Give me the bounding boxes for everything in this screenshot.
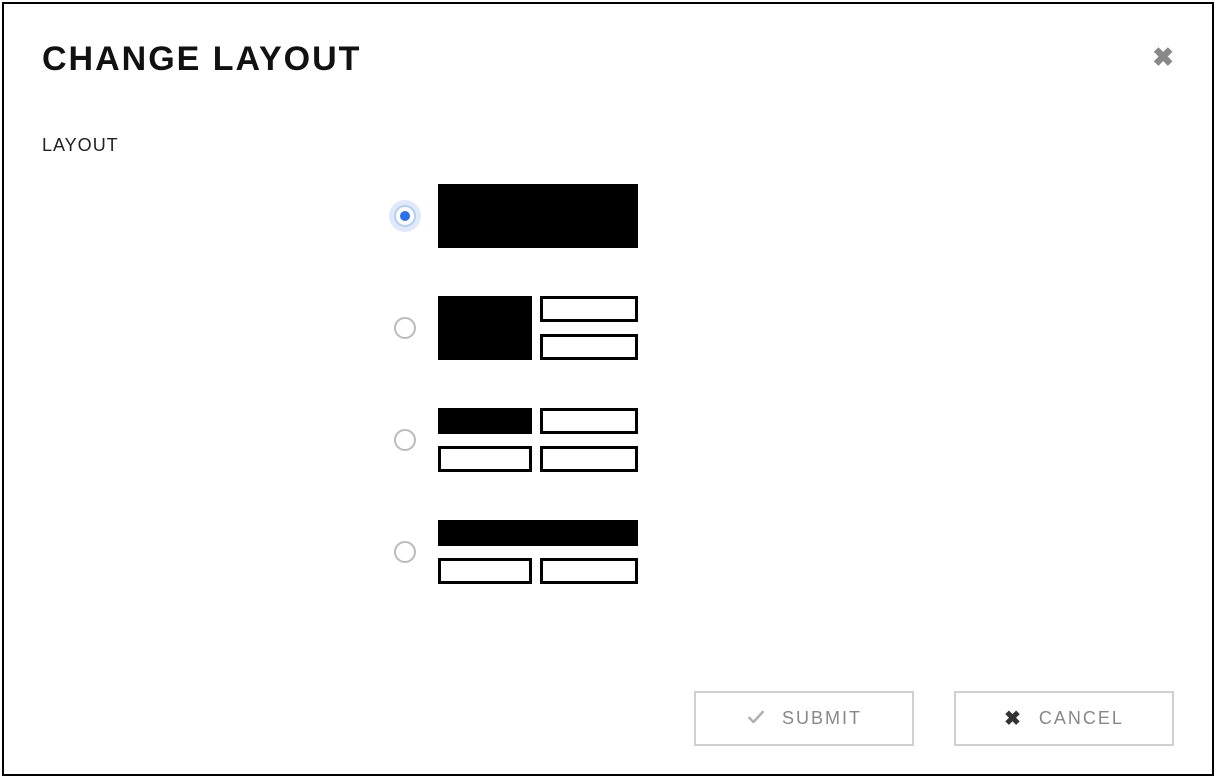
- layout-thumb-top-two-bottom: [438, 520, 638, 584]
- cancel-button[interactable]: ✖ CANCEL: [954, 691, 1174, 746]
- radio-full[interactable]: [394, 205, 416, 227]
- layout-options: [394, 184, 1174, 584]
- x-icon: ✖: [1004, 709, 1023, 729]
- submit-label: SUBMIT: [782, 708, 862, 729]
- cancel-label: CANCEL: [1039, 708, 1124, 729]
- form-area: LAYOUT: [42, 135, 1174, 746]
- dialog-header: CHANGE LAYOUT ✖: [42, 40, 1174, 79]
- radio-split-left-stack[interactable]: [394, 317, 416, 339]
- layout-thumb-quad: [438, 408, 638, 472]
- change-layout-dialog: CHANGE LAYOUT ✖ LAYOUT: [2, 2, 1214, 776]
- layout-thumb-split-left-stack: [438, 296, 638, 360]
- radio-top-two-bottom[interactable]: [394, 541, 416, 563]
- layout-option-full[interactable]: [394, 184, 638, 248]
- dialog-title: CHANGE LAYOUT: [42, 40, 361, 79]
- dialog-footer: SUBMIT ✖ CANCEL: [42, 691, 1174, 746]
- radio-quad[interactable]: [394, 429, 416, 451]
- close-icon[interactable]: ✖: [1152, 44, 1174, 70]
- layout-option-quad[interactable]: [394, 408, 638, 472]
- layout-option-top-two-bottom[interactable]: [394, 520, 638, 584]
- layout-label: LAYOUT: [42, 135, 1174, 156]
- layout-thumb-full: [438, 184, 638, 248]
- check-icon: [746, 707, 766, 730]
- submit-button[interactable]: SUBMIT: [694, 691, 914, 746]
- layout-option-split-left-stack[interactable]: [394, 296, 638, 360]
